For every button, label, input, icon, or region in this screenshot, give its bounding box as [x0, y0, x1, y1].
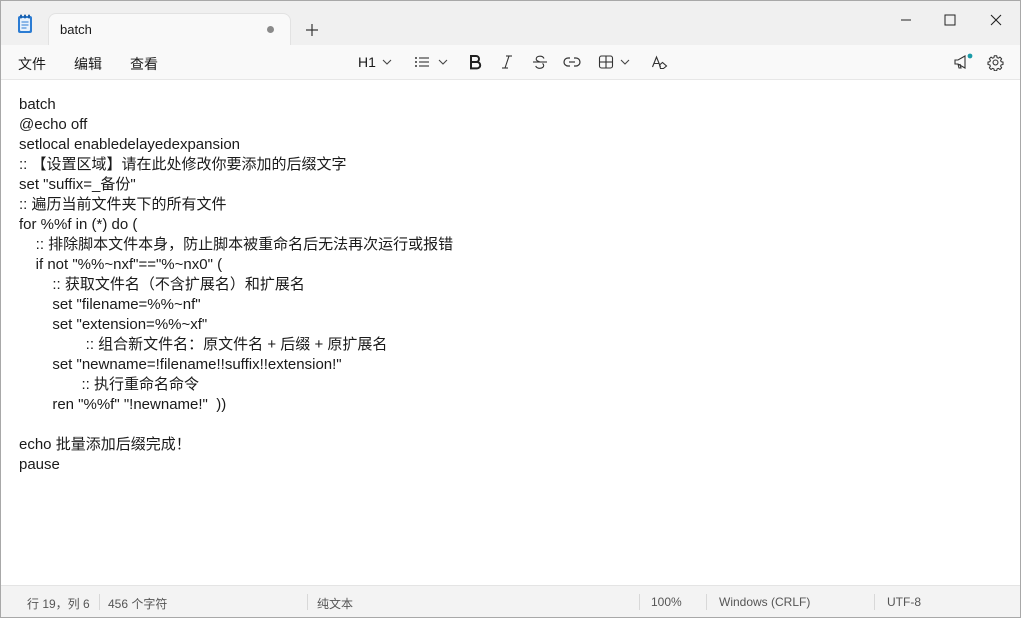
strikethrough-icon	[533, 55, 547, 69]
maximize-icon	[944, 14, 956, 26]
zoom-level[interactable]: 100%	[651, 595, 682, 609]
status-divider	[706, 594, 707, 610]
editor-line: set "suffix=_备份"	[19, 176, 136, 193]
table-dropdown[interactable]	[598, 53, 630, 71]
menu-toolbar: 文件 编辑 查看 H1	[1, 45, 1020, 80]
maximize-button[interactable]	[927, 7, 973, 33]
menu-view[interactable]: 查看	[130, 54, 158, 74]
tab-title: batch	[60, 22, 92, 37]
bold-icon	[470, 55, 482, 70]
clear-formatting-icon	[651, 55, 668, 70]
chevron-down-icon	[438, 59, 448, 65]
heading-dropdown[interactable]: H1	[358, 53, 392, 71]
list-dropdown[interactable]	[414, 53, 448, 71]
heading-label: H1	[358, 54, 376, 70]
copilot-button[interactable]	[953, 53, 973, 71]
notepad-window: batch 文件 编辑 查看 H1 batch @echo off setloc…	[0, 0, 1021, 618]
status-divider	[874, 594, 875, 610]
menu-file[interactable]: 文件	[18, 54, 46, 74]
editor-line: :: 获取文件名（不含扩展名）和扩展名	[19, 276, 305, 293]
notepad-app-icon	[14, 13, 36, 35]
text-format: 纯文本	[317, 597, 354, 611]
status-bar: 行 19，列 6 456 个字符 纯文本 100% Windows (CRLF)…	[1, 585, 1020, 617]
title-bar: batch	[1, 1, 1020, 45]
text-editor[interactable]: batch @echo off setlocal enabledelayedex…	[1, 80, 1020, 585]
link-icon	[563, 57, 581, 67]
link-button[interactable]	[563, 53, 581, 71]
chevron-down-icon	[620, 59, 630, 65]
status-divider	[99, 594, 100, 610]
editor-line: :: 排除脚本文件本身，防止脚本被重命名后无法再次运行或报错	[19, 236, 454, 253]
status-divider	[639, 594, 640, 610]
minimize-button[interactable]	[883, 7, 929, 33]
editor-line: setlocal enabledelayedexpansion	[19, 136, 241, 153]
clear-formatting-button[interactable]	[651, 53, 668, 71]
italic-icon	[502, 55, 512, 69]
editor-line: echo 批量添加后缀完成！	[19, 436, 191, 453]
close-window-icon	[990, 14, 1002, 26]
bold-button[interactable]	[468, 53, 482, 71]
encoding[interactable]: UTF-8	[887, 595, 921, 609]
status-divider	[307, 594, 308, 610]
bullet-list-icon	[415, 57, 429, 67]
cursor-position: 行 19，列 6	[27, 597, 90, 611]
copilot-megaphone-icon	[954, 53, 973, 69]
add-tab-icon[interactable]	[302, 20, 322, 40]
chevron-down-icon	[382, 59, 392, 65]
minimize-icon	[901, 19, 911, 21]
editor-line: :: 组合新文件名：原文件名 + 后缀 + 原扩展名	[19, 336, 388, 353]
editor-line: set "newname=!filename!!suffix!!extensio…	[19, 356, 342, 373]
editor-line: if not "%%~nxf"=="%~nx0" (	[19, 256, 223, 273]
close-tab-icon[interactable]	[267, 26, 274, 33]
menu-edit[interactable]: 编辑	[74, 54, 102, 74]
editor-line: :: 执行重命名命令	[19, 376, 200, 393]
close-window-button[interactable]	[973, 7, 1019, 33]
editor-line: :: 遍历当前文件夹下的所有文件	[19, 196, 227, 213]
editor-line: ren "%%f" "!newname!" ))	[19, 396, 227, 413]
settings-button[interactable]	[987, 53, 1004, 71]
table-icon	[598, 55, 614, 69]
line-ending[interactable]: Windows (CRLF)	[719, 595, 810, 609]
italic-button[interactable]	[500, 53, 514, 71]
tab-batch[interactable]: batch	[49, 14, 290, 45]
editor-line: set "extension=%%~xf"	[19, 316, 208, 333]
editor-line: @echo off	[19, 116, 88, 133]
editor-line: for %%f in (*) do (	[19, 216, 138, 233]
character-count: 456 个字符	[108, 597, 168, 611]
editor-line: pause	[19, 456, 60, 473]
editor-line: set "filename=%%~nf"	[19, 296, 201, 313]
strikethrough-button[interactable]	[532, 53, 548, 71]
editor-line: batch	[19, 96, 56, 113]
editor-line: :: 【设置区域】请在此处修改你要添加的后缀文字	[19, 156, 347, 173]
settings-gear-icon	[987, 54, 1004, 71]
